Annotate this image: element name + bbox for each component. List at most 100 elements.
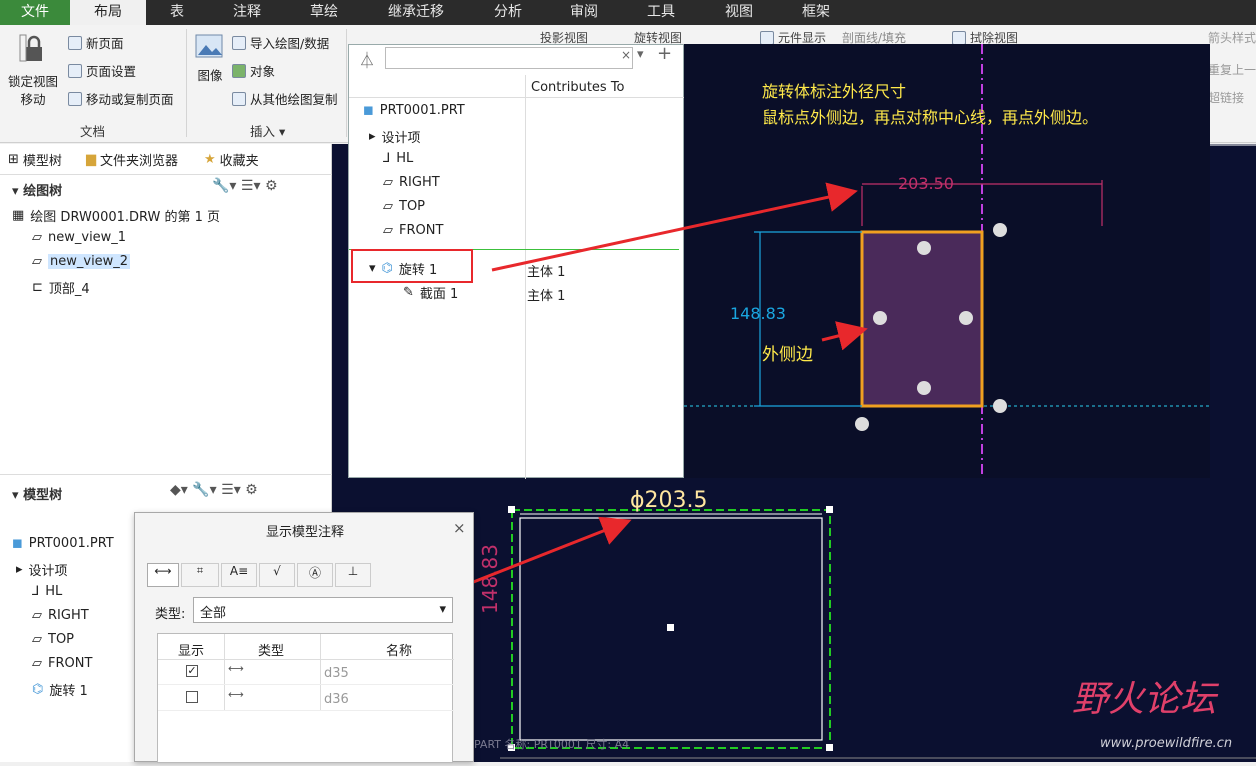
tree-view-top4[interactable]: ⊏ 顶部_4 (32, 278, 90, 297)
model-revolve-1[interactable]: ⌬ 旋转 1 (32, 680, 88, 699)
drawing-tree-root[interactable]: ▦ 绘图 DRW0001.DRW 的第 1 页 (12, 206, 220, 225)
model-right-plane[interactable]: ▱ RIGHT (32, 608, 89, 623)
tree-search-input[interactable] (385, 47, 633, 69)
clear-search-icon[interactable]: × (621, 48, 631, 62)
tree-view-1[interactable]: ▱ new_view_1 (32, 230, 126, 245)
popup-part-root[interactable]: ◼ PRT0001.PRT (363, 103, 465, 118)
watermark-logo: 野火论坛 (1072, 679, 1217, 720)
constraint-icon (855, 417, 869, 431)
dialog-title: 显示模型注释 (265, 525, 344, 540)
model-design-items[interactable]: ▸ 设计项 (16, 560, 68, 579)
tree-view-2[interactable]: ▱ new_view_2 (32, 254, 131, 269)
constraint-icon (873, 311, 887, 325)
tab-file[interactable]: 文件 (0, 0, 70, 25)
col-divider (224, 634, 225, 710)
drawing-tree-settings-icon[interactable]: 🔧▾ ☰▾ ⚙ (212, 178, 278, 194)
tab-annotate[interactable]: 注释 (208, 0, 286, 25)
repeat-last-button[interactable]: 重复上一 (1208, 61, 1256, 78)
note-line-1: 旋转体标注外径尺寸 (762, 82, 907, 101)
lock-view-label: 锁定视图 移动 (7, 74, 58, 107)
col-name-header: 名称 (386, 644, 413, 659)
collapse-icon: ▾ (369, 261, 376, 276)
popup-top-plane[interactable]: ▱ TOP (383, 199, 425, 214)
symbol-tab-icon[interactable]: Ⓐ (297, 563, 333, 587)
constraint-icon (993, 223, 1007, 237)
popup-right-plane[interactable]: ▱ RIGHT (383, 175, 440, 190)
dropdown-icon[interactable]: ▾ (637, 47, 644, 62)
datum-tab-icon[interactable]: ⊥ (335, 563, 371, 587)
model-front-plane[interactable]: ▱ FRONT (32, 656, 92, 671)
model-hl[interactable]: ⅃ HL (32, 584, 62, 599)
col-divider (320, 634, 321, 710)
model-tree-settings-icon[interactable]: ◆▾ 🔧▾ ☰▾ ⚙ (170, 482, 258, 498)
surface-finish-tab-icon[interactable]: √ (259, 563, 295, 587)
erase-view-icon (952, 30, 966, 45)
popup-design-items[interactable]: ▸ 设计项 (369, 127, 421, 146)
tab-model-tree[interactable]: ⊞ 模型树 (8, 150, 62, 169)
tab-favorites[interactable]: ★ 收藏夹 (204, 150, 259, 169)
row2-show-checkbox[interactable] (186, 691, 198, 703)
popup-revolve-1[interactable]: ▾ ⌬ 旋转 1 (369, 259, 437, 278)
selection-handle[interactable] (826, 506, 833, 513)
tab-table[interactable]: 表 (146, 0, 208, 25)
watermark-url: www.proewildfire.cn (1100, 736, 1233, 751)
tab-folder-browser[interactable]: ▆ 文件夹浏览器 (86, 150, 178, 169)
csys-icon: ⅃ (383, 151, 391, 166)
selection-handle[interactable] (826, 744, 833, 751)
view-center-handle[interactable] (667, 624, 674, 631)
add-column-icon[interactable]: + (657, 43, 672, 64)
model-tree-header[interactable]: ▾ 模型树 (12, 484, 62, 503)
hyperlink-button[interactable]: 超链接 (1208, 89, 1244, 106)
row-divider (158, 684, 454, 685)
image-button[interactable]: 图像 (194, 31, 226, 84)
lock-view-button[interactable] (8, 31, 58, 71)
view-icon: ▱ (32, 254, 42, 269)
tab-sketch[interactable]: 草绘 (286, 0, 362, 25)
popup-section-1[interactable]: ✎ 截面 1 (403, 283, 458, 302)
tab-legacy-migration[interactable]: 继承迁移 (362, 0, 470, 25)
image-icon (195, 34, 223, 58)
contrib-revolve: 主体 1 (527, 265, 566, 280)
arrow-style-button[interactable]: 箭头样式 (1208, 29, 1256, 46)
object-button[interactable]: 对象 (232, 61, 275, 80)
new-page-button[interactable]: 新页面 (68, 33, 124, 52)
group-insert-label[interactable]: 插入 ▾ (250, 121, 285, 140)
show-model-annotations-dialog: 显示模型注释 × ⟷ ⌗ A≡ √ Ⓐ ⊥ 类型: 全部 ▾ 显示 类型 名称 ✓… (134, 512, 474, 763)
new-page-icon (68, 35, 82, 50)
move-copy-page-button[interactable]: 移动或复制页面 (68, 89, 174, 108)
note-line-2: 鼠标点外侧边，再点对称中心线，再点外侧边。 (762, 108, 1099, 127)
tab-framework[interactable]: 框架 (778, 0, 854, 25)
gtol-tab-icon[interactable]: ⌗ (181, 563, 219, 587)
tab-review[interactable]: 审阅 (546, 0, 622, 25)
move-page-icon (68, 91, 82, 106)
page-setup-button[interactable]: 页面设置 (68, 61, 136, 80)
selection-handle[interactable] (508, 506, 515, 513)
tab-layout[interactable]: 布局 (70, 0, 146, 25)
tab-tools[interactable]: 工具 (622, 0, 700, 25)
copy-from-drawing-button[interactable]: 从其他绘图复制 (232, 89, 338, 108)
model-top-plane[interactable]: ▱ TOP (32, 632, 74, 647)
dimension-type-icon: ⟷ (228, 688, 244, 701)
model-part-root[interactable]: ◼ PRT0001.PRT (12, 536, 114, 551)
tab-analysis[interactable]: 分析 (470, 0, 546, 25)
tab-view[interactable]: 视图 (700, 0, 778, 25)
group-document-label: 文档 (80, 124, 106, 139)
contributes-to-header[interactable]: Contributes To (531, 80, 625, 95)
popup-hl[interactable]: ⅃ HL (383, 151, 413, 166)
horizontal-dimension: 203.50 (898, 174, 954, 193)
type-select[interactable]: 全部 ▾ (193, 597, 453, 623)
contrib-section: 主体 1 (527, 289, 566, 304)
vertical-dimension[interactable]: 148.83 (478, 544, 502, 614)
column-divider (525, 75, 526, 479)
close-icon[interactable]: × (453, 519, 466, 537)
constraint-icon (993, 399, 1007, 413)
popup-front-plane[interactable]: ▱ FRONT (383, 223, 443, 238)
ribbon-separator (186, 29, 187, 137)
row1-show-checkbox[interactable]: ✓ (186, 665, 198, 677)
import-drawing-button[interactable]: 导入绘图/数据 (232, 33, 329, 52)
filter-icon[interactable]: ⏃ (359, 47, 375, 71)
drawing-tree-header[interactable]: ▾ 绘图树 (12, 180, 62, 199)
diameter-dimension[interactable]: ϕ203.5 (630, 488, 708, 513)
dimension-tab-icon[interactable]: ⟷ (147, 563, 179, 587)
note-tab-icon[interactable]: A≡ (221, 563, 257, 587)
